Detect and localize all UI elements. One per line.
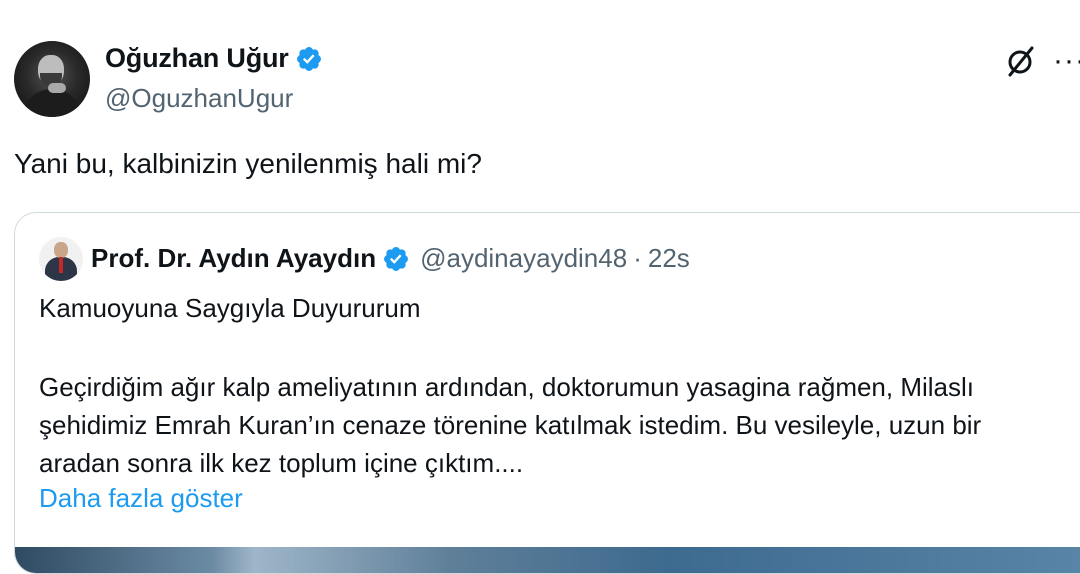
author-handle[interactable]: @OguzhanUgur xyxy=(105,83,293,114)
quoted-author-display-name[interactable]: Prof. Dr. Aydın Ayaydın xyxy=(91,243,376,274)
more-options-icon[interactable]: ··· xyxy=(1053,46,1080,76)
quoted-tweet-card[interactable]: Prof. Dr. Aydın Ayaydın @aydinayaydin48 … xyxy=(14,212,1080,574)
quoted-separator: · xyxy=(633,243,642,273)
avatar-hand xyxy=(48,83,66,93)
quoted-author-handle[interactable]: @aydinayaydin48 xyxy=(420,243,627,274)
quoted-tweet-media[interactable] xyxy=(15,547,1080,573)
avatar-body xyxy=(22,89,82,117)
grok-icon[interactable] xyxy=(1003,44,1037,78)
author-name-row: Oğuzhan Uğur xyxy=(105,43,323,74)
verified-badge-icon xyxy=(384,246,409,271)
quoted-timestamp[interactable]: 22s xyxy=(648,243,690,274)
quoted-avatar-face xyxy=(54,242,68,258)
author-display-name[interactable]: Oğuzhan Uğur xyxy=(105,43,289,74)
tweet-top-actions: ··· xyxy=(1003,44,1080,78)
quoted-tweet-body: Geçirdiğim ağır kalp ameliyatının ardınd… xyxy=(39,372,982,478)
quoted-tweet-header: Prof. Dr. Aydın Ayaydın @aydinayaydin48 … xyxy=(91,243,690,274)
author-avatar[interactable] xyxy=(14,41,90,117)
quoted-avatar-tie xyxy=(59,257,63,273)
show-more-link[interactable]: Daha fazla göster xyxy=(39,483,243,514)
tweet-text: Yani bu, kalbinizin yenilenmiş hali mi? xyxy=(14,148,482,179)
quoted-tweet-title: Kamuoyuna Saygıyla Duyururum xyxy=(39,293,421,323)
verified-badge-icon xyxy=(296,46,321,71)
quoted-author-avatar[interactable] xyxy=(39,237,83,281)
